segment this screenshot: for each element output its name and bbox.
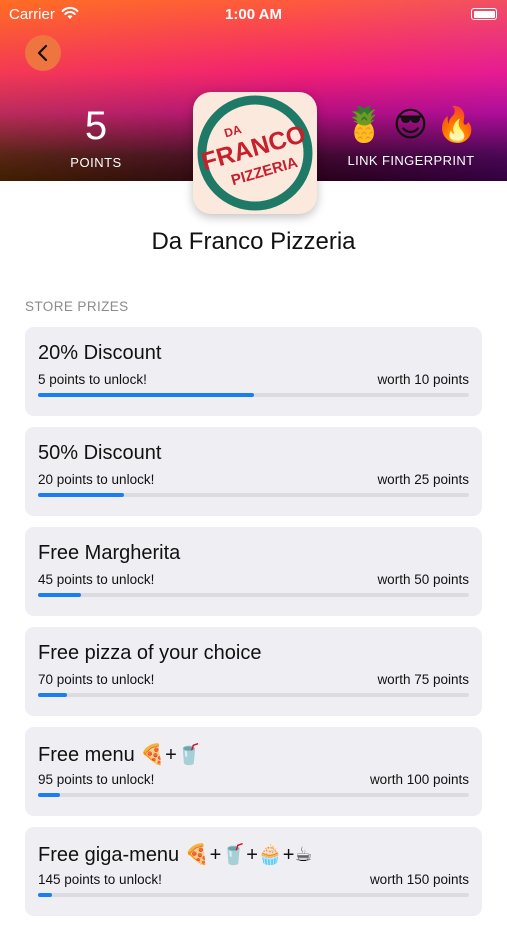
progress-bar bbox=[38, 793, 469, 797]
prize-unlock-text: 5 points to unlock! bbox=[38, 372, 147, 387]
progress-bar bbox=[38, 693, 469, 697]
prize-title: Free pizza of your choice bbox=[38, 642, 262, 664]
prize-card[interactable]: Free menu 🍕+🥤 95 points to unlock! worth… bbox=[25, 727, 482, 816]
fire-emoji: 🔥 bbox=[435, 106, 478, 144]
progress-fill bbox=[38, 593, 82, 597]
progress-bar bbox=[38, 493, 469, 497]
prize-card[interactable]: 50% Discount 20 points to unlock! worth … bbox=[25, 427, 482, 516]
status-bar: Carrier 1:00 AM bbox=[0, 0, 507, 28]
prize-worth-text: worth 50 points bbox=[377, 572, 469, 587]
chevron-left-icon bbox=[37, 44, 48, 62]
sunglasses-emoji: 😎 bbox=[392, 106, 429, 144]
link-fingerprint-label[interactable]: LINK FINGERPRINT bbox=[345, 153, 477, 168]
progress-fill bbox=[38, 693, 67, 697]
prize-title: 50% Discount bbox=[38, 442, 162, 464]
prize-title: Free giga-menu 🍕+🥤+🧁+☕ bbox=[38, 844, 313, 866]
clock: 1:00 AM bbox=[225, 6, 282, 23]
section-title: STORE PRIZES bbox=[25, 299, 129, 314]
prize-title: Free Margherita bbox=[38, 542, 181, 564]
prize-worth-text: worth 75 points bbox=[377, 672, 469, 687]
prize-card[interactable]: Free Margherita 45 points to unlock! wor… bbox=[25, 527, 482, 616]
prize-title: 20% Discount bbox=[38, 342, 162, 364]
prize-worth-text: worth 100 points bbox=[369, 772, 469, 787]
pineapple-emoji: 🍍 bbox=[343, 106, 386, 144]
prize-list: 20% Discount 5 points to unlock! worth 1… bbox=[25, 327, 482, 927]
pizzeria-logo-icon: DA FRANCO PIZZERIA bbox=[197, 95, 313, 211]
prize-worth-text: worth 150 points bbox=[369, 872, 469, 887]
store-name: Da Franco Pizzeria bbox=[151, 228, 356, 255]
link-fingerprint-emojis[interactable]: 🍍 😎 🔥 bbox=[343, 103, 478, 147]
progress-bar bbox=[38, 593, 469, 597]
progress-fill bbox=[38, 893, 53, 897]
prize-unlock-text: 20 points to unlock! bbox=[38, 472, 155, 487]
prize-title: Free menu 🍕+🥤 bbox=[38, 744, 202, 766]
battery-icon bbox=[471, 8, 497, 20]
progress-bar bbox=[38, 393, 469, 397]
prize-card[interactable]: Free pizza of your choice 70 points to u… bbox=[25, 627, 482, 716]
points-counter: 5 POINTS bbox=[60, 104, 132, 170]
prize-unlock-text: 145 points to unlock! bbox=[38, 872, 162, 887]
progress-fill bbox=[38, 493, 125, 497]
store-logo: DA FRANCO PIZZERIA bbox=[193, 92, 317, 214]
progress-fill bbox=[38, 793, 60, 797]
progress-fill bbox=[38, 393, 254, 397]
prize-unlock-text: 45 points to unlock! bbox=[38, 572, 155, 587]
prize-card[interactable]: Free giga-menu 🍕+🥤+🧁+☕ 145 points to unl… bbox=[25, 827, 482, 916]
prize-unlock-text: 95 points to unlock! bbox=[38, 772, 155, 787]
prize-worth-text: worth 25 points bbox=[377, 472, 469, 487]
back-button[interactable] bbox=[25, 35, 61, 71]
prize-worth-text: worth 10 points bbox=[377, 372, 469, 387]
prize-unlock-text: 70 points to unlock! bbox=[38, 672, 155, 687]
prize-card[interactable]: 20% Discount 5 points to unlock! worth 1… bbox=[25, 327, 482, 416]
points-value: 5 bbox=[84, 104, 108, 148]
points-label: POINTS bbox=[70, 155, 122, 170]
progress-bar bbox=[38, 893, 469, 897]
